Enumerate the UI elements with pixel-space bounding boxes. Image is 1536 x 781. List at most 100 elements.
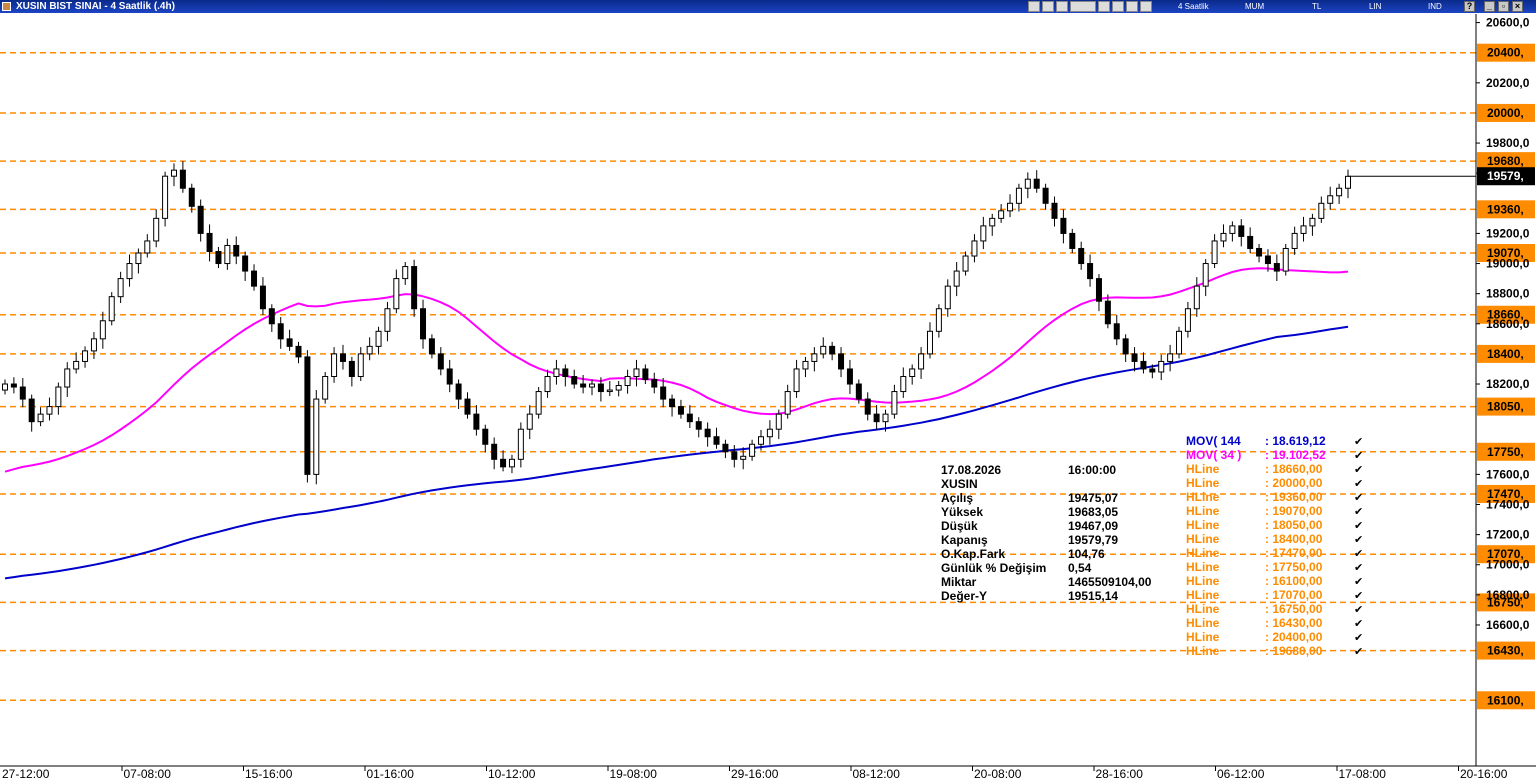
candle [55, 386, 62, 408]
minimize-icon[interactable]: _ [1484, 1, 1495, 12]
candle [242, 255, 249, 272]
candle [1033, 178, 1040, 189]
candle [1229, 225, 1236, 234]
legend-value: : 18050,00 [1265, 518, 1323, 532]
candle [322, 375, 329, 400]
toolbar-zoom-icon[interactable] [1140, 1, 1152, 12]
candle [1202, 263, 1209, 287]
candle [562, 368, 569, 377]
candle [1015, 187, 1022, 204]
candle [446, 368, 453, 385]
candle [971, 240, 978, 257]
y-tick-label: 19800,0 [1486, 136, 1530, 150]
legend-check-icon: ✔ [1354, 617, 1363, 630]
toolbar-period[interactable]: 4 Saatlik [1178, 0, 1209, 13]
ohlc-value: 19683,05 [1068, 505, 1118, 519]
candle [1095, 278, 1102, 302]
candle [428, 338, 435, 355]
candle [571, 375, 578, 385]
candle [553, 368, 560, 377]
candle [411, 266, 418, 310]
candle [944, 285, 951, 310]
candle [1256, 247, 1263, 257]
x-tick-label: 06-12:00 [1217, 767, 1265, 781]
toolbar-scale[interactable]: LIN [1369, 0, 1381, 13]
x-tick-label: 28-16:00 [1096, 767, 1144, 781]
toolbar-chart-icon[interactable] [1028, 1, 1040, 12]
ohlc-label: Düşük [941, 519, 978, 533]
toolbar-sync-icon[interactable] [1042, 1, 1054, 12]
toolbar-draw-icon[interactable] [1112, 1, 1124, 12]
x-tick-label: 17-08:00 [1339, 767, 1387, 781]
candle [117, 278, 124, 298]
candle [437, 353, 444, 370]
candle [820, 345, 827, 355]
candle [384, 308, 391, 332]
candle [251, 270, 258, 287]
legend-value: : 17750,00 [1265, 560, 1323, 574]
candle [864, 398, 871, 415]
close-icon[interactable]: × [1512, 1, 1523, 12]
candle [909, 368, 916, 377]
legend-value: : 18660,00 [1265, 462, 1323, 476]
candle [953, 270, 960, 287]
legend-check-icon: ✔ [1354, 491, 1363, 504]
restore-icon[interactable]: ▫ [1498, 1, 1509, 12]
candle [1069, 232, 1076, 249]
toolbar-style-icon[interactable] [1070, 1, 1096, 12]
candle [1060, 217, 1067, 234]
candle [188, 187, 195, 207]
candle [722, 443, 729, 453]
candle [686, 413, 693, 423]
candle [233, 244, 240, 257]
candle [704, 428, 711, 438]
legend-name: MOV( 34 ) [1186, 448, 1241, 462]
candle [855, 383, 862, 400]
candle [624, 375, 631, 387]
toolbar-pen-icon[interactable] [1126, 1, 1138, 12]
legend-value: : 20400,00 [1265, 630, 1323, 644]
y-tick-label: 17000,0 [1486, 558, 1530, 572]
candle [1184, 308, 1191, 332]
toolbar-indicators[interactable]: IND [1428, 0, 1442, 13]
ma144-line [4, 325, 1349, 580]
candle [998, 210, 1005, 219]
toolbar-chart-style[interactable]: MUM [1245, 0, 1264, 13]
price-chart[interactable]: 20400,20000,19680,19360,19070,18660,1840… [0, 14, 1536, 781]
legend-name: HLine [1186, 546, 1220, 560]
legend-check-icon: ✔ [1354, 561, 1363, 574]
x-tick-label: 29-16:00 [731, 767, 779, 781]
help-icon[interactable]: ? [1464, 1, 1475, 12]
candle [1104, 300, 1111, 325]
candle [99, 320, 106, 340]
candle [677, 406, 684, 415]
candle [589, 383, 596, 388]
toolbar-compare-icon[interactable] [1098, 1, 1110, 12]
legend-check-icon: ✔ [1354, 589, 1363, 602]
candle [331, 353, 338, 377]
candle [615, 385, 622, 391]
candle [393, 278, 400, 310]
legend-value: : 18400,00 [1265, 532, 1323, 546]
candle [259, 285, 266, 310]
candle [838, 353, 845, 370]
candle [90, 338, 97, 352]
legend-name: HLine [1186, 574, 1220, 588]
legend-value: : 16750,00 [1265, 602, 1323, 616]
candle [1176, 330, 1183, 355]
toolbar-currency[interactable]: TL [1312, 0, 1321, 13]
legend-check-icon: ✔ [1354, 575, 1363, 588]
ohlc-label: 17.08.2026 [941, 463, 1001, 477]
candle [37, 413, 44, 423]
candle [775, 413, 782, 430]
candle [28, 398, 35, 423]
candle [357, 353, 364, 377]
candle [108, 296, 115, 322]
toolbar-color-icon[interactable] [1056, 1, 1068, 12]
candle [580, 383, 587, 388]
window-menu-icon[interactable] [2, 2, 11, 11]
legend-check-icon: ✔ [1354, 463, 1363, 476]
candle [669, 398, 676, 408]
candle [224, 244, 231, 265]
y-tick-label: 19000,0 [1486, 257, 1530, 271]
